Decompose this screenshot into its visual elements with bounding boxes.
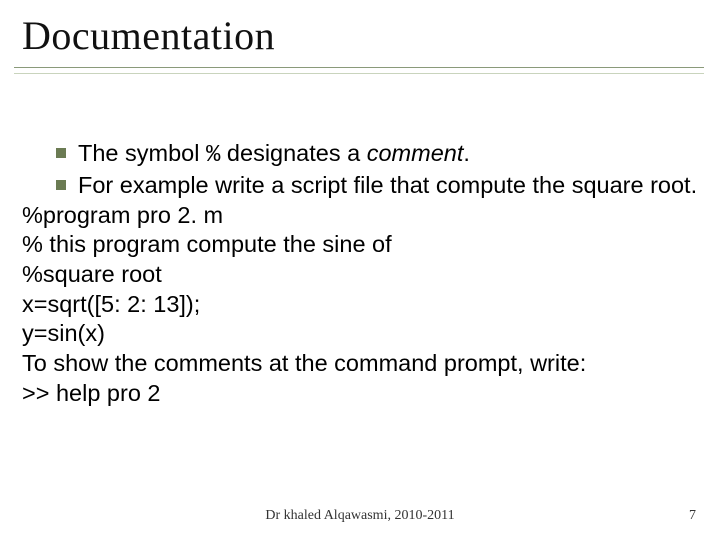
- text-fragment: The symbol: [78, 140, 206, 166]
- bullet-item: The symbol % designates a comment.: [22, 139, 698, 171]
- text-line: To show the comments at the command prom…: [22, 349, 698, 379]
- divider-line-bottom: [14, 73, 704, 74]
- slide: Documentation The symbol % designates a …: [0, 0, 720, 540]
- square-bullet-icon: [56, 148, 66, 158]
- square-bullet-icon: [56, 180, 66, 190]
- divider-line-top: [14, 67, 704, 68]
- slide-body: The symbol % designates a comment. For e…: [22, 139, 698, 408]
- code-line: x=sqrt([5: 2: 13]);: [22, 290, 698, 320]
- percent-symbol: %: [206, 142, 220, 169]
- code-line: % this program compute the sine of: [22, 230, 698, 260]
- text-fragment: .: [463, 140, 470, 166]
- bullet-item: For example write a script file that com…: [22, 171, 698, 201]
- code-line: >> help pro 2: [22, 379, 698, 409]
- code-line: y=sin(x): [22, 319, 698, 349]
- bullet-text: For example write a script file that com…: [78, 171, 698, 201]
- title-divider: [22, 65, 698, 77]
- footer-author: Dr khaled Alqawasmi, 2010-2011: [0, 508, 720, 524]
- emphasis-comment: comment: [367, 140, 464, 166]
- page-title: Documentation: [22, 12, 698, 63]
- code-line: %square root: [22, 260, 698, 290]
- bullet-text: The symbol % designates a comment.: [78, 139, 698, 171]
- page-number: 7: [689, 508, 696, 524]
- text-fragment: designates a: [220, 140, 366, 166]
- code-line: %program pro 2. m: [22, 201, 698, 231]
